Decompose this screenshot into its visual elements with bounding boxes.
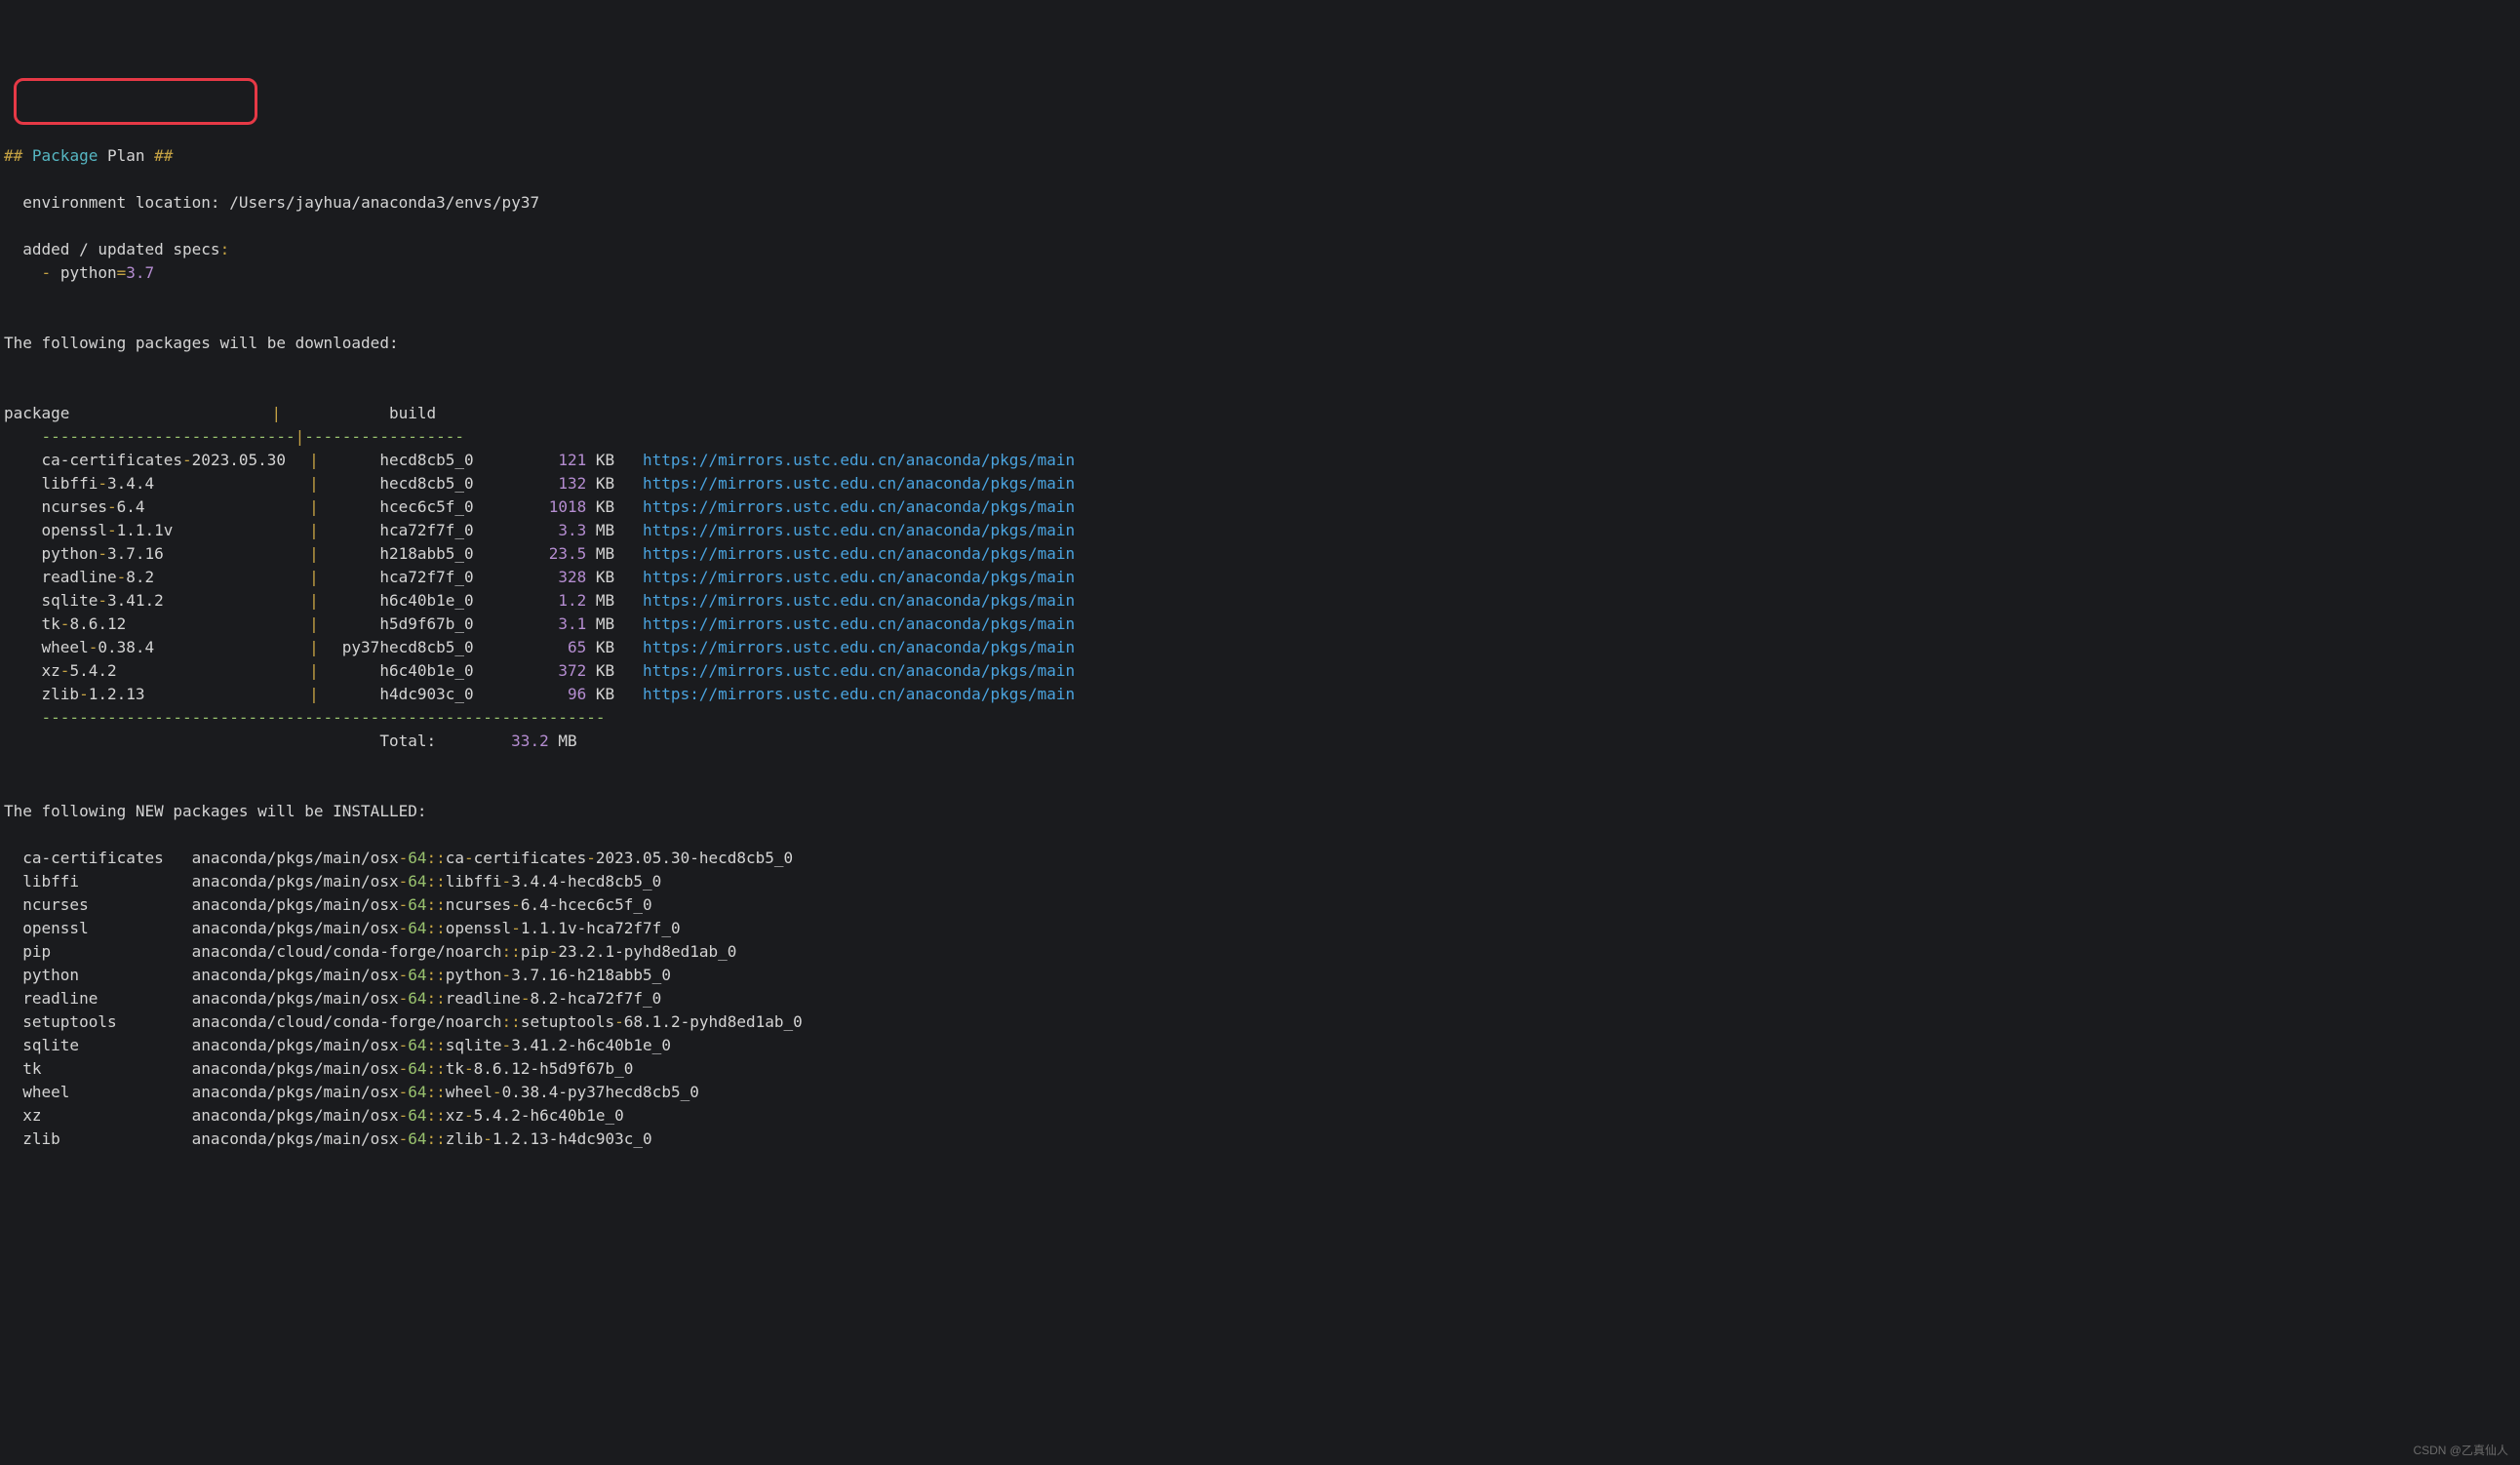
mirror-link[interactable]: https://mirrors.ustc.edu.cn/anaconda/pkg… bbox=[624, 519, 1075, 542]
table-divider: ---------------------------|------------… bbox=[4, 425, 2516, 449]
total-row: Total:33.2 MB bbox=[4, 730, 2516, 753]
mirror-link[interactable]: https://mirrors.ustc.edu.cn/anaconda/pkg… bbox=[624, 566, 1075, 589]
package-row: libffi-3.4.4|hecd8cb5_0132 KBhttps://mir… bbox=[4, 472, 2516, 495]
install-heading: The following NEW packages will be INSTA… bbox=[4, 802, 426, 820]
install-row: xzanaconda/pkgs/main/osx-64::xz-5.4.2-h6… bbox=[4, 1104, 2516, 1128]
package-row: zlib-1.2.13|h4dc903c_096 KBhttps://mirro… bbox=[4, 683, 2516, 706]
watermark: CSDN @乙真仙人 bbox=[2413, 1442, 2508, 1459]
mirror-link[interactable]: https://mirrors.ustc.edu.cn/anaconda/pkg… bbox=[624, 542, 1075, 566]
spec-item: - python=3.7 bbox=[42, 263, 155, 282]
package-row: xz-5.4.2|h6c40b1e_0372 KBhttps://mirrors… bbox=[4, 659, 2516, 683]
env-location: environment location: /Users/jayhua/anac… bbox=[22, 193, 539, 212]
download-heading: The following packages will be downloade… bbox=[4, 334, 399, 352]
mirror-link[interactable]: https://mirrors.ustc.edu.cn/anaconda/pkg… bbox=[624, 589, 1075, 613]
added-updated-specs: added / updated specs: bbox=[22, 240, 229, 258]
install-row: wheelanaconda/pkgs/main/osx-64::wheel-0.… bbox=[4, 1081, 2516, 1104]
install-row: sqliteanaconda/pkgs/main/osx-64::sqlite-… bbox=[4, 1034, 2516, 1057]
package-row: readline-8.2|hca72f7f_0328 KBhttps://mir… bbox=[4, 566, 2516, 589]
package-row: wheel-0.38.4|py37hecd8cb5_065 KBhttps://… bbox=[4, 636, 2516, 659]
install-row: setuptoolsanaconda/cloud/conda-forge/noa… bbox=[4, 1010, 2516, 1034]
mirror-link[interactable]: https://mirrors.ustc.edu.cn/anaconda/pkg… bbox=[624, 659, 1075, 683]
mirror-link[interactable]: https://mirrors.ustc.edu.cn/anaconda/pkg… bbox=[624, 636, 1075, 659]
table-divider-bottom: ----------------------------------------… bbox=[4, 706, 2516, 730]
mirror-link[interactable]: https://mirrors.ustc.edu.cn/anaconda/pkg… bbox=[624, 449, 1075, 472]
mirror-link[interactable]: https://mirrors.ustc.edu.cn/anaconda/pkg… bbox=[624, 683, 1075, 706]
package-row: ca-certificates-2023.05.30|hecd8cb5_0121… bbox=[4, 449, 2516, 472]
install-row: readlineanaconda/pkgs/main/osx-64::readl… bbox=[4, 987, 2516, 1010]
highlight-annotation bbox=[14, 78, 257, 125]
package-row: ncurses-6.4|hcec6c5f_01018 KBhttps://mir… bbox=[4, 495, 2516, 519]
package-row: openssl-1.1.1v|hca72f7f_03.3 MBhttps://m… bbox=[4, 519, 2516, 542]
package-row: python-3.7.16|h218abb5_023.5 MBhttps://m… bbox=[4, 542, 2516, 566]
install-row: zlibanaconda/pkgs/main/osx-64::zlib-1.2.… bbox=[4, 1128, 2516, 1151]
header-line: ## Package Plan ## bbox=[4, 146, 173, 165]
install-row: ncursesanaconda/pkgs/main/osx-64::ncurse… bbox=[4, 893, 2516, 917]
install-row: libffianaconda/pkgs/main/osx-64::libffi-… bbox=[4, 870, 2516, 893]
install-row: opensslanaconda/pkgs/main/osx-64::openss… bbox=[4, 917, 2516, 940]
mirror-link[interactable]: https://mirrors.ustc.edu.cn/anaconda/pkg… bbox=[624, 613, 1075, 636]
install-row: ca-certificatesanaconda/pkgs/main/osx-64… bbox=[4, 847, 2516, 870]
install-row: pipanaconda/cloud/conda-forge/noarch::pi… bbox=[4, 940, 2516, 964]
table-header: package|build bbox=[4, 402, 2516, 425]
package-row: sqlite-3.41.2|h6c40b1e_01.2 MBhttps://mi… bbox=[4, 589, 2516, 613]
mirror-link[interactable]: https://mirrors.ustc.edu.cn/anaconda/pkg… bbox=[624, 472, 1075, 495]
package-row: tk-8.6.12|h5d9f67b_03.1 MBhttps://mirror… bbox=[4, 613, 2516, 636]
mirror-link[interactable]: https://mirrors.ustc.edu.cn/anaconda/pkg… bbox=[624, 495, 1075, 519]
install-row: tkanaconda/pkgs/main/osx-64::tk-8.6.12-h… bbox=[4, 1057, 2516, 1081]
install-row: pythonanaconda/pkgs/main/osx-64::python-… bbox=[4, 964, 2516, 987]
